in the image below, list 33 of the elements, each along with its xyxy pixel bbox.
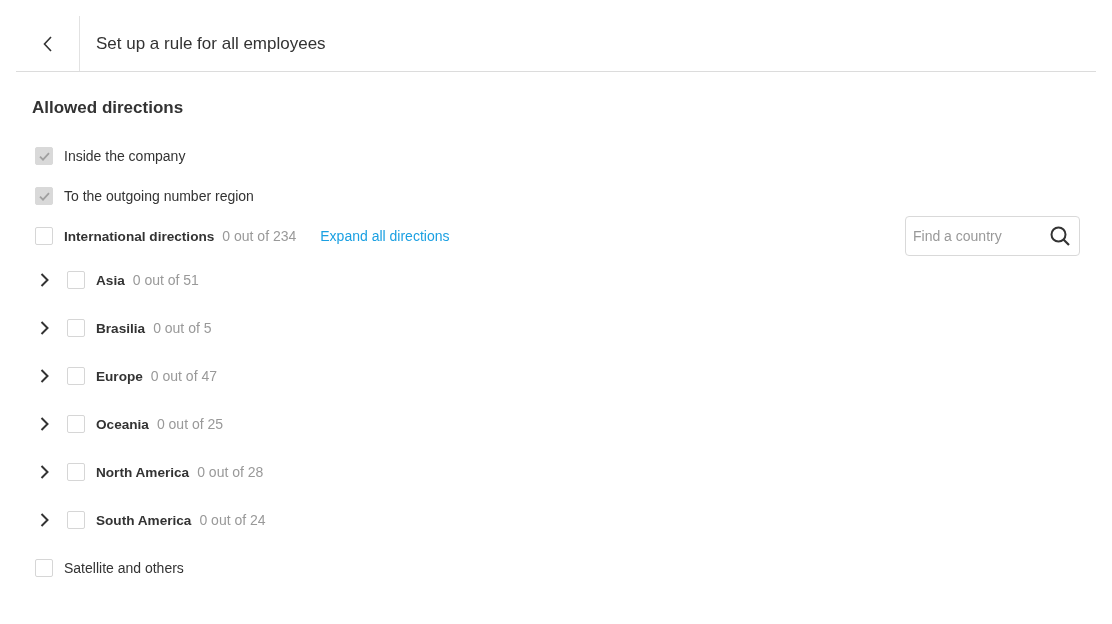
option-label: International directions	[64, 228, 215, 244]
checkbox[interactable]	[67, 367, 85, 385]
region-label: North America	[96, 464, 190, 480]
section-title: Allowed directions	[32, 97, 184, 119]
option-label: To the outgoing number region	[64, 188, 254, 204]
count-label: 0 out of 234	[222, 228, 297, 244]
option-label: Satellite and others	[64, 560, 184, 576]
checkbox[interactable]	[35, 227, 53, 245]
checkmark-icon	[38, 191, 50, 201]
count-label: 0 out of 28	[197, 464, 264, 480]
checkbox[interactable]	[67, 511, 85, 529]
region-label: South America	[96, 512, 192, 528]
search-icon	[1050, 226, 1070, 246]
region-label: Asia	[96, 272, 125, 288]
chevron-left-icon	[43, 35, 52, 52]
option-label: Inside the company	[64, 148, 186, 164]
count-label: 0 out of 47	[150, 368, 217, 384]
region-label: Oceania	[96, 416, 149, 432]
count-label: 0 out of 25	[156, 416, 224, 432]
page-title: Set up a rule for all employees	[95, 32, 326, 55]
checkbox[interactable]	[67, 271, 85, 289]
region-label: Brasilia	[96, 320, 146, 336]
checkbox[interactable]	[67, 415, 85, 433]
count-label: 0 out of 24	[199, 512, 266, 528]
count-label: 0 out of 5	[153, 320, 212, 336]
expand-all-link[interactable]: Expand all directions	[320, 228, 450, 244]
checkbox[interactable]	[35, 559, 53, 577]
checkmark-icon	[38, 151, 50, 161]
search-field[interactable]: Find a country	[905, 216, 1080, 256]
checkbox[interactable]	[67, 463, 85, 481]
checkbox[interactable]	[67, 319, 85, 337]
region-label: Europe	[96, 368, 143, 384]
count-label: 0 out of 51	[132, 272, 199, 288]
